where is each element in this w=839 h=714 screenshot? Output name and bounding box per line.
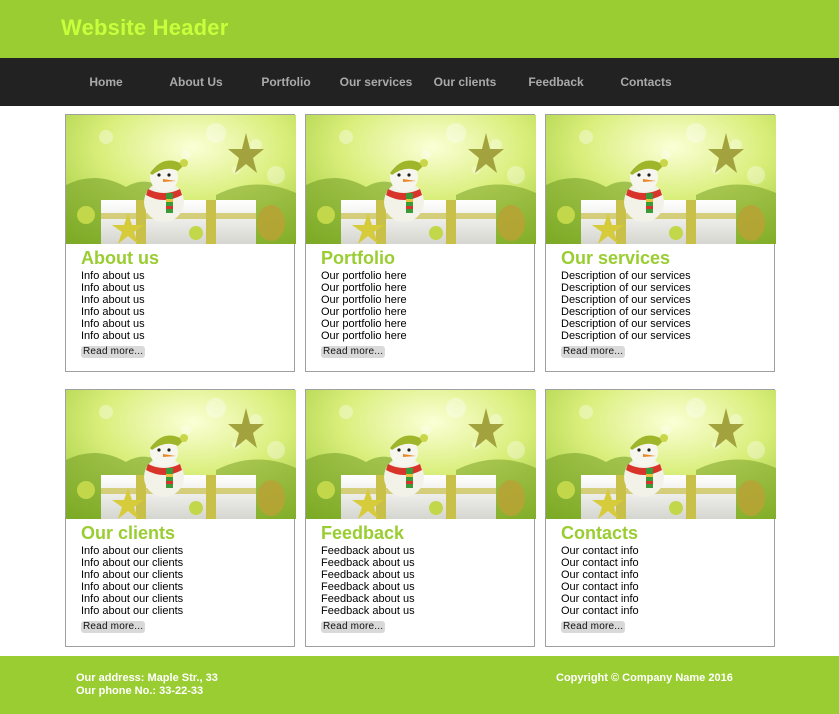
card-text-line: Info about our clients <box>81 605 184 617</box>
card-text-line: Info about our clients <box>81 545 184 557</box>
card-image <box>306 115 536 244</box>
card-text-line: Info about us <box>81 318 145 330</box>
card-text-line: Our portfolio here <box>321 318 407 330</box>
card-text-line: Feedback about us <box>321 569 415 581</box>
card-image <box>546 390 776 519</box>
card-text-line: Description of our services <box>561 282 691 294</box>
site-header: Website Header <box>0 0 839 58</box>
card-image <box>66 390 296 519</box>
site-footer: Our address: Maple Str., 33 Our phone No… <box>0 656 839 714</box>
card-text-line: Feedback about us <box>321 593 415 605</box>
card-text-line: Description of our services <box>561 294 691 306</box>
card-text-line: Our contact info <box>561 605 639 617</box>
card-text-line: Info about our clients <box>81 593 184 605</box>
card-title: About us <box>81 248 159 268</box>
card-text-line: Our contact info <box>561 545 639 557</box>
footer-phone: Our phone No.: 33-22-33 <box>76 685 204 697</box>
card-title: Portfolio <box>321 248 395 268</box>
card-text-line: Description of our services <box>561 306 691 318</box>
footer-copyright: Copyright © Company Name 2016 <box>556 672 733 684</box>
card-text-line: Info about us <box>81 306 145 318</box>
card-text: Our portfolio here Our portfolio here Ou… <box>321 270 407 342</box>
card-text: Info about our clients Info about our cl… <box>81 545 183 617</box>
card-text-line: Description of our services <box>561 318 691 330</box>
card-text-line: Feedback about us <box>321 605 415 617</box>
card-text-line: Info about our clients <box>81 557 184 569</box>
card-text: Info about us Info about us Info about u… <box>81 270 145 342</box>
card-title: Our clients <box>81 523 176 543</box>
nav-item-portfolio[interactable]: Portfolio <box>252 58 320 106</box>
card-text-line: Feedback about us <box>321 545 415 557</box>
card-text-line: Our contact info <box>561 557 639 569</box>
card-text-line: Info about us <box>81 294 145 306</box>
card-about-us: About us Info about us Info about us Inf… <box>65 114 296 372</box>
card-our-clients: Our clients Info about our clients Info … <box>65 389 296 647</box>
nav-item-our-services[interactable]: Our services <box>336 58 416 106</box>
card-our-services: Our services Description of our services… <box>545 114 776 372</box>
card-text: Our contact info Our contact info Our co… <box>561 545 639 617</box>
card-image <box>306 390 536 519</box>
card-text-line: Description of our services <box>561 270 691 282</box>
read-more-button[interactable]: Read more... <box>561 346 626 358</box>
footer-address: Our address: Maple Str., 33 <box>76 672 218 684</box>
card-text-line: Description of our services <box>561 330 691 342</box>
card-image <box>66 115 296 244</box>
card-text-line: Our contact info <box>561 581 639 593</box>
card-text-line: Our contact info <box>561 569 639 581</box>
card-text-line: Info about our clients <box>81 581 184 593</box>
card-contacts: Contacts Our contact info Our contact in… <box>545 389 776 647</box>
card-text-line: Info about our clients <box>81 569 184 581</box>
card-text-line: Our contact info <box>561 593 639 605</box>
read-more-button[interactable]: Read more... <box>81 346 146 358</box>
nav-item-feedback[interactable]: Feedback <box>521 58 591 106</box>
card-image <box>546 115 776 244</box>
read-more-button[interactable]: Read more... <box>561 621 626 633</box>
card-title: Feedback <box>321 523 405 543</box>
card-text-line: Info about us <box>81 282 145 294</box>
card-title: Our services <box>561 248 671 268</box>
card-text-line: Feedback about us <box>321 581 415 593</box>
card-text-line: Info about us <box>81 330 145 342</box>
nav-item-contacts[interactable]: Contacts <box>612 58 680 106</box>
card-text: Feedback about us Feedback about us Feed… <box>321 545 415 617</box>
card-text-line: Info about us <box>81 270 145 282</box>
nav-item-our-clients[interactable]: Our clients <box>428 58 502 106</box>
read-more-button[interactable]: Read more... <box>321 346 386 358</box>
card-portfolio: Portfolio Our portfolio here Our portfol… <box>305 114 536 372</box>
nav-item-about-us[interactable]: About Us <box>160 58 232 106</box>
read-more-button[interactable]: Read more... <box>81 621 146 633</box>
read-more-button[interactable]: Read more... <box>321 621 386 633</box>
site-title: Website Header <box>61 15 229 40</box>
card-text-line: Our portfolio here <box>321 282 407 294</box>
nav-item-home[interactable]: Home <box>76 58 136 106</box>
card-text-line: Our portfolio here <box>321 294 407 306</box>
card-text: Description of our services Description … <box>561 270 691 342</box>
card-text-line: Our portfolio here <box>321 306 407 318</box>
main-nav: Home About Us Portfolio Our services Our… <box>0 58 839 106</box>
card-text-line: Feedback about us <box>321 557 415 569</box>
card-feedback: Feedback Feedback about us Feedback abou… <box>305 389 536 647</box>
card-text-line: Our portfolio here <box>321 270 407 282</box>
card-title: Contacts <box>561 523 639 543</box>
card-text-line: Our portfolio here <box>321 330 407 342</box>
